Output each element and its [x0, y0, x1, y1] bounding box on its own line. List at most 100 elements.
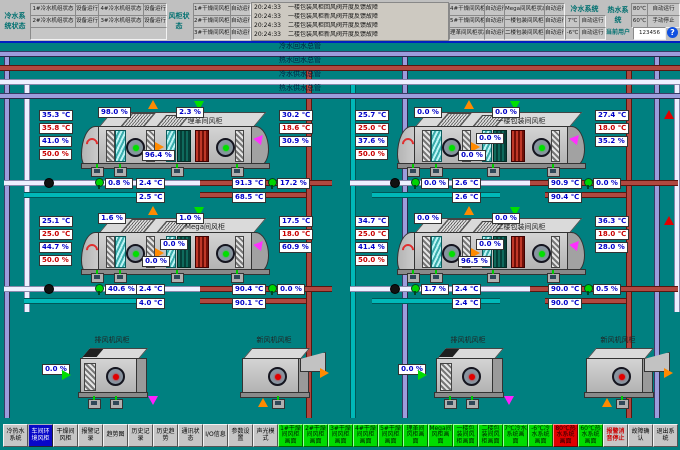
pipe — [674, 79, 680, 312]
current-user-value: 123456 — [633, 27, 666, 40]
hot-return-temp-readout: 90.0 ℃ — [548, 298, 582, 309]
chilled-return-temp-readout: 2.5 ℃ — [136, 192, 165, 203]
ahu-packing-floor1: 25.7 ℃ 25.0 ℃ 37.6 % 50.0 % 一楼包装间风柜 0.0 … — [352, 106, 652, 206]
inlet-arrow-icon — [258, 398, 268, 407]
alarm-row: 20:24:33二楼包装风柜新风阀开度反馈故障 — [252, 31, 448, 39]
unit-grille-icon — [440, 363, 452, 391]
fan-status-value: 自动运行 — [484, 27, 505, 40]
outlet-grille-icon — [235, 130, 244, 162]
sound-light-mode-button[interactable]: 声光模式 — [253, 424, 278, 447]
unit-fan-icon[interactable] — [268, 367, 287, 386]
damper-actuator-icon — [114, 167, 127, 177]
unit-base — [434, 392, 504, 398]
page-button-packing2[interactable]: 二楼包装间风柜画面 — [478, 424, 503, 447]
page-button-packing1[interactable]: 一楼包装间风柜画面 — [453, 424, 478, 447]
chilled-water-valve-icon[interactable] — [411, 178, 420, 187]
ahu-name-label: 一楼包装间风柜 — [477, 117, 565, 125]
return-fan-icon[interactable] — [216, 138, 235, 157]
unit-fan-icon[interactable] — [612, 367, 631, 386]
alarm-log-button[interactable]: 报警记录 — [78, 424, 103, 447]
mid-damper-readout: 0.0 % — [476, 239, 504, 250]
hot-supply-temp-readout: 90.0 ℃ — [548, 284, 582, 295]
supply-humidity-readout: 60.9 % — [279, 242, 312, 253]
alarm-text: 二楼包装风柜新风阀开度反馈故障 — [288, 31, 378, 39]
alarm-text: 二楼包装风柜回风阀开度反馈故障 — [288, 22, 378, 30]
nav-button-hot-cold-water[interactable]: 冷热水系统 — [3, 424, 28, 447]
page-button-dryer4[interactable]: 4#干燥间风柜画面 — [353, 424, 378, 447]
hot-water-valve-icon[interactable] — [584, 178, 593, 187]
unit-fan-icon[interactable] — [462, 367, 481, 386]
unit-name-label: 排风机风柜 — [418, 336, 518, 344]
page-button-hot60[interactable]: 60℃热水系统画面 — [578, 424, 603, 447]
unit-fan-icon[interactable] — [106, 367, 125, 386]
page-button-dryer3[interactable]: 3#干燥间风柜画面 — [328, 424, 353, 447]
humidity-setpoint-readout: 50.0 % — [355, 149, 388, 160]
cold-temp-value: -6℃ — [565, 27, 580, 40]
history-trend-button[interactable]: 历史趋势 — [153, 424, 178, 447]
supply-humidity-readout: 30.9 % — [279, 136, 312, 147]
outlet-arrow-icon — [320, 368, 329, 378]
filter-section-icon — [106, 236, 115, 268]
hot-water-valve-icon[interactable] — [268, 284, 277, 293]
return-fan-icon[interactable] — [532, 138, 551, 157]
io-info-button[interactable]: I/O信息 — [203, 424, 228, 447]
outlet-arrow-icon — [148, 396, 158, 405]
chilled-supply-temp-readout: 2.4 ℃ — [452, 284, 481, 295]
flow-direction-icon — [664, 216, 674, 225]
status-bar: 冷水系统状态 1#冷水机组状态 设备运行 4#冷水机组状态 设备运行 2#冷水机… — [0, 0, 680, 41]
return-air-temp-readout: 35.3 ℃ — [39, 110, 73, 121]
hot-water-coil-icon — [511, 236, 525, 268]
page-button-cold-6[interactable]: -6℃冷水系统画面 — [528, 424, 553, 447]
history-log-button[interactable]: 历史记录 — [128, 424, 153, 447]
parameter-settings-button[interactable]: 参数设置 — [228, 424, 253, 447]
hot-water-valve-icon[interactable] — [584, 284, 593, 293]
hot-valve-readout: 0.0 % — [277, 284, 305, 295]
damper-actuator-icon — [91, 273, 104, 283]
pipe — [4, 51, 10, 418]
page-button-dryer5[interactable]: 5#干燥间风柜画面 — [378, 424, 403, 447]
hot-return-temp-readout: 90.4 ℃ — [548, 192, 582, 203]
damper-actuator-icon — [444, 399, 457, 409]
mid-damper-readout: 96.4 % — [142, 150, 175, 161]
chilled-valve-readout: 40.6 % — [105, 284, 138, 295]
humidity-setpoint-readout: 50.0 % — [39, 149, 72, 160]
damper-actuator-icon — [91, 167, 104, 177]
nav-button-dryer-ahu[interactable]: 干燥间风柜 — [53, 424, 78, 447]
chilled-water-valve-icon[interactable] — [411, 284, 420, 293]
humidity-setpoint-readout: 50.0 % — [355, 255, 388, 266]
return-air-temp-readout: 34.7 ℃ — [355, 216, 389, 227]
temp-setpoint-readout: 35.8 ℃ — [39, 123, 73, 134]
hot-water-valve-icon[interactable] — [268, 178, 277, 187]
page-button-cold7[interactable]: 7℃冷水系统画面 — [503, 424, 528, 447]
exit-system-button[interactable]: 退出系统 — [653, 424, 678, 447]
fault-ack-button[interactable]: 故障确认 — [628, 424, 653, 447]
page-button-mega[interactable]: Mega间风柜画面 — [428, 424, 453, 447]
mid-damper-readout: 0.0 % — [476, 133, 504, 144]
supply-setpoint-readout: 18.0 ℃ — [595, 229, 629, 240]
return-fan-icon[interactable] — [216, 244, 235, 263]
temp-setpoint-readout: 25.0 ℃ — [39, 229, 73, 240]
alarm-row: 20:24:33一楼包装风柜新风阀开度反馈故障 — [252, 13, 448, 21]
hot-valve-readout: 0.5 % — [593, 284, 621, 295]
chilled-valve-readout: 0.8 % — [105, 178, 133, 189]
nav-button-workshop-ahu[interactable]: 车间环境风柜 — [28, 424, 53, 447]
chilled-water-valve-icon[interactable] — [95, 284, 104, 293]
comm-status-button[interactable]: 通讯状态 — [178, 424, 203, 447]
damper-actuator-icon — [407, 167, 420, 177]
current-user-label: 当前用户 — [604, 27, 632, 38]
hot-valve-readout: 0.0 % — [593, 178, 621, 189]
chilled-water-valve-icon[interactable] — [95, 178, 104, 187]
hot-supply-temp-readout: 91.3 ℃ — [232, 178, 266, 189]
page-button-tannery[interactable]: 理革间风柜画面 — [403, 424, 428, 447]
trend-chart-button[interactable]: 趋势图 — [103, 424, 128, 447]
unit-side-face — [492, 358, 503, 394]
supply-air-temp-readout: 17.5 ℃ — [279, 216, 313, 227]
supply-air-temp-readout: 30.2 ℃ — [279, 110, 313, 121]
inlet-arrow-icon — [62, 370, 71, 380]
page-button-dryer1[interactable]: 1#干燥间风柜画面 — [278, 424, 303, 447]
help-icon[interactable]: ? — [667, 27, 678, 38]
page-button-hot80[interactable]: 80℃热水系统画面 — [553, 424, 578, 447]
alarm-mute-button[interactable]: 报警消音停止 — [603, 424, 628, 447]
page-button-dryer2[interactable]: 2#干燥间风柜画面 — [303, 424, 328, 447]
return-fan-icon[interactable] — [532, 244, 551, 263]
